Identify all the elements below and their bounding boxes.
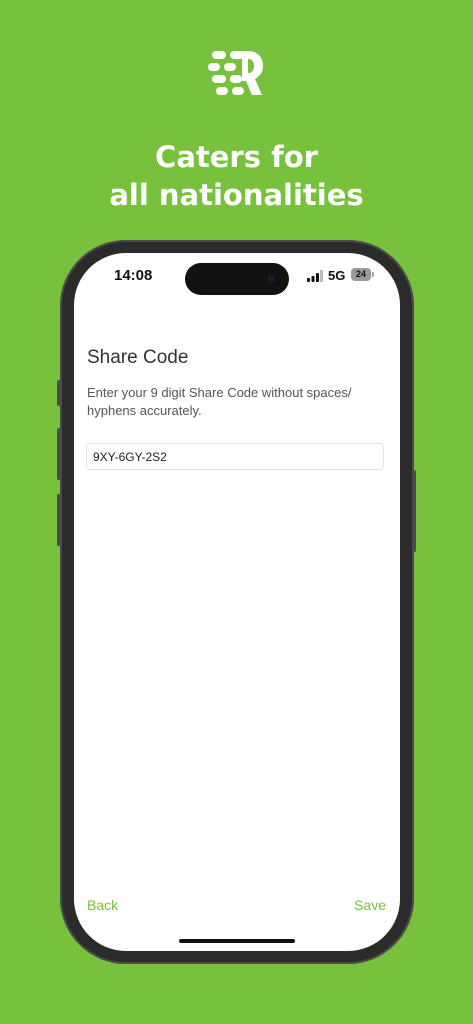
status-time: 14:08 <box>114 267 153 284</box>
power-button <box>412 470 416 552</box>
save-button[interactable]: Save <box>354 897 386 913</box>
volume-up-button <box>57 428 61 480</box>
headline-line-2: all nationalities <box>109 178 364 212</box>
battery-level: 24 <box>355 269 366 279</box>
headline-line-1: Caters for <box>155 140 318 174</box>
action-button <box>57 380 61 406</box>
dynamic-island <box>185 263 289 295</box>
back-button[interactable]: Back <box>87 897 118 913</box>
camera-dot <box>267 275 275 283</box>
battery-tip <box>372 272 374 277</box>
instruction-text: Enter your 9 digit Share Code without sp… <box>87 385 352 418</box>
battery-icon: 24 <box>351 268 371 281</box>
page-title: Share Code <box>87 347 189 368</box>
promo-headline: Caters for all nationalities <box>0 138 473 214</box>
network-type: 5G <box>328 268 346 283</box>
phone-screen: 14:08 5G 24 Share Code Enter your 9 digi… <box>74 253 400 951</box>
share-code-input[interactable] <box>86 443 384 470</box>
volume-down-button <box>57 494 61 546</box>
brand-logo-icon <box>208 51 263 95</box>
signal-icon <box>307 270 323 282</box>
home-indicator[interactable] <box>179 939 295 943</box>
